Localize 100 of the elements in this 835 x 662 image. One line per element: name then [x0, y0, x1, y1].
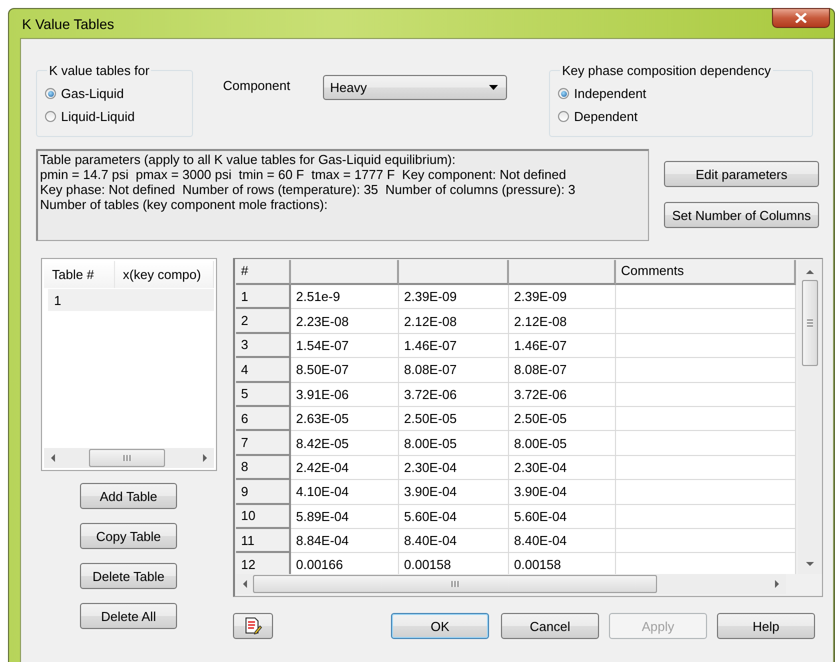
- up-arrow-icon[interactable]: [806, 268, 814, 276]
- table-cell[interactable]: 3.91E-06: [291, 382, 399, 407]
- component-dropdown[interactable]: Heavy: [323, 75, 507, 100]
- table-cell[interactable]: 2.51e-9: [291, 285, 399, 310]
- table-cell[interactable]: 5.60E-04: [399, 504, 509, 529]
- table-list[interactable]: Table # x(key compo) 1: [41, 258, 217, 471]
- table-cell[interactable]: 2.63E-05: [291, 406, 399, 432]
- dialog-button[interactable]: Cancel: [501, 613, 599, 639]
- column-header[interactable]: x(key compo): [114, 261, 214, 288]
- table-cell[interactable]: 2.30E-04: [399, 456, 509, 480]
- row-number[interactable]: 11: [236, 528, 291, 554]
- dialog-button[interactable]: Help: [717, 613, 815, 639]
- table-cell[interactable]: 2.12E-08: [509, 309, 616, 334]
- radio-button[interactable]: [558, 111, 569, 122]
- dialog-button[interactable]: OK: [391, 613, 489, 639]
- table-cell[interactable]: 0.00158: [399, 553, 509, 574]
- table-cell[interactable]: 2.42E-04: [291, 456, 399, 480]
- table-cell[interactable]: 5.89E-04: [291, 504, 399, 529]
- list-row[interactable]: 1: [48, 289, 214, 311]
- parameters-text: pmin = 14.7 psi pmax = 3000 psi tmin = 60 F tmax = 1777 F Key component: Not defined: [40, 167, 568, 182]
- table-cell[interactable]: 8.00E-05: [399, 431, 509, 456]
- grip-icon: [123, 455, 131, 461]
- left-arrow-icon[interactable]: [49, 454, 57, 462]
- row-number[interactable]: 1: [236, 285, 291, 310]
- set-columns-button[interactable]: Set Number of Columns: [664, 202, 819, 228]
- table-cell[interactable]: 8.08E-07: [399, 358, 509, 383]
- radio-button[interactable]: [558, 88, 569, 99]
- table-cell[interactable]: 5.60E-04: [509, 504, 616, 529]
- table-cell[interactable]: 3.90E-04: [509, 480, 616, 505]
- table-cell[interactable]: 8.00E-05: [509, 431, 616, 456]
- row-number[interactable]: 9: [236, 480, 291, 505]
- close-button[interactable]: [772, 8, 830, 28]
- table-cell[interactable]: 3.72E-06: [509, 382, 616, 407]
- group-label: Key phase composition dependency: [561, 63, 772, 78]
- table-cell[interactable]: 2.50E-05: [509, 406, 616, 432]
- comment-cell[interactable]: [616, 309, 796, 334]
- table-cell[interactable]: 0.00166: [291, 553, 399, 574]
- radio-label[interactable]: Liquid-Liquid: [61, 109, 135, 124]
- row-number[interactable]: 5: [236, 382, 291, 407]
- row-number[interactable]: 2: [236, 309, 291, 334]
- table-action-button[interactable]: Copy Table: [80, 523, 177, 549]
- table-cell[interactable]: 2.23E-08: [291, 309, 399, 334]
- table-cell[interactable]: 8.84E-04: [291, 528, 399, 554]
- comment-cell[interactable]: [616, 480, 796, 505]
- column-header[interactable]: [399, 260, 509, 285]
- comment-cell[interactable]: [616, 504, 796, 529]
- comment-cell[interactable]: [616, 406, 796, 432]
- comment-cell[interactable]: [616, 431, 796, 456]
- comment-cell[interactable]: [616, 553, 796, 574]
- table-action-button[interactable]: Add Table: [80, 483, 177, 509]
- column-header[interactable]: Table #: [44, 261, 115, 288]
- table-cell[interactable]: 8.40E-04: [509, 528, 616, 554]
- column-header[interactable]: #: [236, 260, 291, 285]
- table-cell[interactable]: 1.46E-07: [509, 334, 616, 358]
- horizontal-scrollbar[interactable]: [44, 448, 214, 468]
- radio-label[interactable]: Dependent: [574, 109, 638, 124]
- row-number[interactable]: 4: [236, 358, 291, 383]
- comment-cell[interactable]: [616, 528, 796, 554]
- table-cell[interactable]: 1.46E-07: [399, 334, 509, 358]
- comment-cell[interactable]: [616, 358, 796, 383]
- comment-cell[interactable]: [616, 382, 796, 407]
- table-cell[interactable]: 3.90E-04: [399, 480, 509, 505]
- field-label: Component: [223, 77, 292, 95]
- table-cell[interactable]: 8.50E-07: [291, 358, 399, 383]
- table-cell[interactable]: 2.30E-04: [509, 456, 616, 480]
- table-cell[interactable]: 2.39E-09: [509, 285, 616, 310]
- radio-button[interactable]: [45, 88, 56, 99]
- table-cell[interactable]: 2.12E-08: [399, 309, 509, 334]
- column-header[interactable]: [509, 260, 616, 285]
- row-number[interactable]: 6: [236, 406, 291, 432]
- table-cell[interactable]: 2.39E-09: [399, 285, 509, 310]
- radio-label[interactable]: Gas-Liquid: [61, 86, 124, 101]
- row-number[interactable]: 7: [236, 431, 291, 456]
- comment-cell[interactable]: [616, 285, 796, 310]
- comment-cell[interactable]: [616, 334, 796, 358]
- table-cell[interactable]: 0.00158: [509, 553, 616, 574]
- row-number[interactable]: 3: [236, 334, 291, 358]
- table-cell[interactable]: 4.10E-04: [291, 480, 399, 505]
- window-title: K Value Tables: [22, 16, 114, 32]
- column-header[interactable]: [291, 260, 399, 285]
- right-arrow-icon[interactable]: [201, 454, 209, 462]
- notes-button[interactable]: [233, 613, 273, 639]
- right-arrow-icon[interactable]: [773, 580, 781, 588]
- column-header[interactable]: Comments: [616, 260, 796, 285]
- table-cell[interactable]: 1.54E-07: [291, 334, 399, 358]
- table-action-button[interactable]: Delete All: [80, 603, 177, 629]
- edit-parameters-button[interactable]: Edit parameters: [664, 161, 819, 187]
- row-number[interactable]: 8: [236, 456, 291, 480]
- left-arrow-icon[interactable]: [241, 580, 249, 588]
- comment-cell[interactable]: [616, 456, 796, 480]
- radio-button[interactable]: [45, 111, 56, 122]
- table-cell[interactable]: 2.50E-05: [399, 406, 509, 432]
- down-arrow-icon[interactable]: [806, 560, 814, 568]
- table-action-button[interactable]: Delete Table: [80, 563, 177, 589]
- row-number[interactable]: 10: [236, 504, 291, 529]
- radio-label[interactable]: Independent: [574, 86, 646, 101]
- table-cell[interactable]: 3.72E-06: [399, 382, 509, 407]
- table-cell[interactable]: 8.08E-07: [509, 358, 616, 383]
- table-cell[interactable]: 8.40E-04: [399, 528, 509, 554]
- table-cell[interactable]: 8.42E-05: [291, 431, 399, 456]
